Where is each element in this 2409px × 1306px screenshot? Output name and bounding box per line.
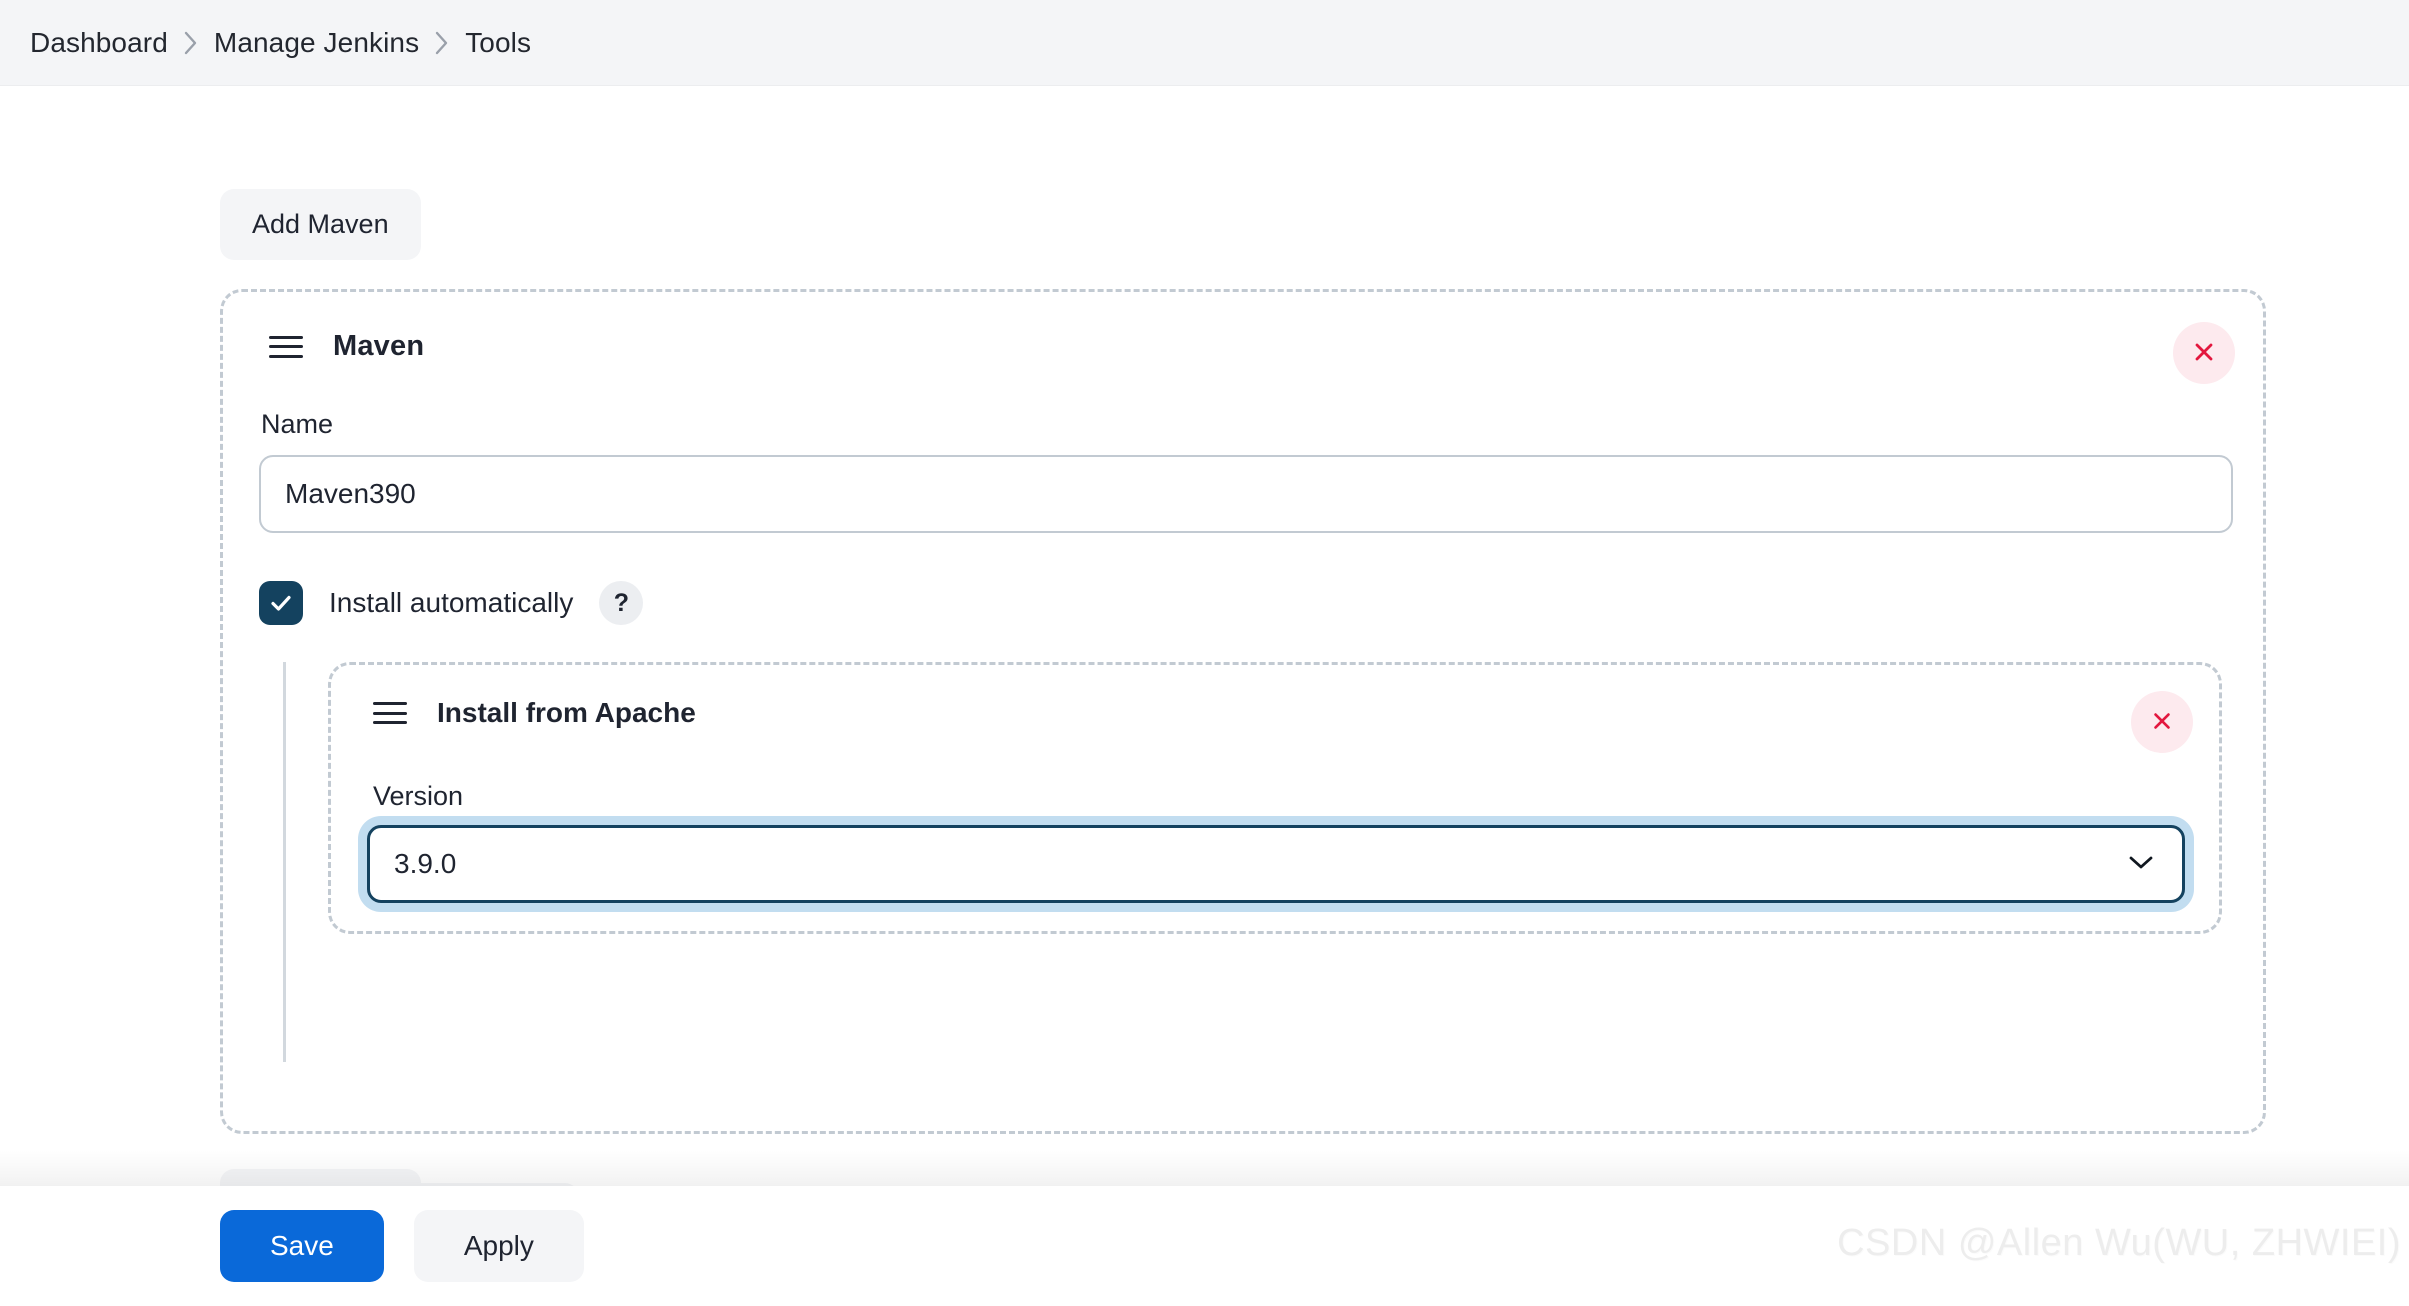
maven-name-label: Name	[261, 409, 334, 439]
maven-card-header: Maven	[223, 292, 2263, 363]
chevron-down-icon	[2126, 852, 2156, 877]
save-button[interactable]: Save	[220, 1210, 384, 1282]
tools-config-content: Add Maven Maven Name Install autom	[0, 86, 2409, 1254]
install-automatically-label[interactable]: Install automatically	[329, 587, 573, 619]
install-automatically-row: Install automatically ?	[259, 581, 644, 625]
apply-button[interactable]: Apply	[413, 1210, 584, 1282]
chevron-right-icon	[174, 28, 208, 58]
install-from-apache-card: Install from Apache Version 3.9.0	[328, 662, 2222, 934]
version-select-value: 3.9.0	[394, 848, 457, 879]
installer-card-header: Install from Apache	[331, 665, 2219, 729]
version-select-wrapper: 3.9.0	[367, 825, 2185, 903]
version-select[interactable]: 3.9.0	[367, 825, 2185, 903]
question-mark-icon[interactable]: ?	[599, 581, 644, 625]
close-x-icon	[2150, 709, 2174, 736]
breadcrumb-item-manage-jenkins[interactable]: Manage Jenkins	[208, 23, 425, 63]
breadcrumb: Dashboard Manage Jenkins Tools	[0, 0, 2409, 86]
close-x-icon	[2191, 339, 2217, 368]
maven-name-input[interactable]	[259, 455, 2233, 533]
maven-card-title: Maven	[333, 330, 425, 362]
install-automatically-checkbox[interactable]	[259, 581, 303, 625]
hamburger-drag-icon[interactable]	[269, 335, 303, 358]
watermark-text: CSDN @Allen Wu(WU, ZHWIEI)	[1837, 1222, 2401, 1264]
add-maven-button-top[interactable]: Add Maven	[220, 189, 421, 260]
breadcrumb-item-dashboard[interactable]: Dashboard	[24, 23, 174, 63]
maven-card-close-button[interactable]	[2173, 322, 2235, 384]
chevron-right-icon	[425, 28, 459, 58]
installer-card-close-button[interactable]	[2131, 691, 2193, 753]
maven-tool-card: Maven Name Install automatically ?	[220, 289, 2266, 1254]
hamburger-drag-icon[interactable]	[373, 702, 407, 724]
installer-card-title: Install from Apache	[437, 697, 696, 728]
checkmark-icon	[271, 595, 291, 611]
breadcrumb-item-tools[interactable]: Tools	[459, 23, 537, 63]
installer-list: Install from Apache Version 3.9.0	[283, 662, 2223, 1062]
version-label: Version	[373, 781, 464, 811]
